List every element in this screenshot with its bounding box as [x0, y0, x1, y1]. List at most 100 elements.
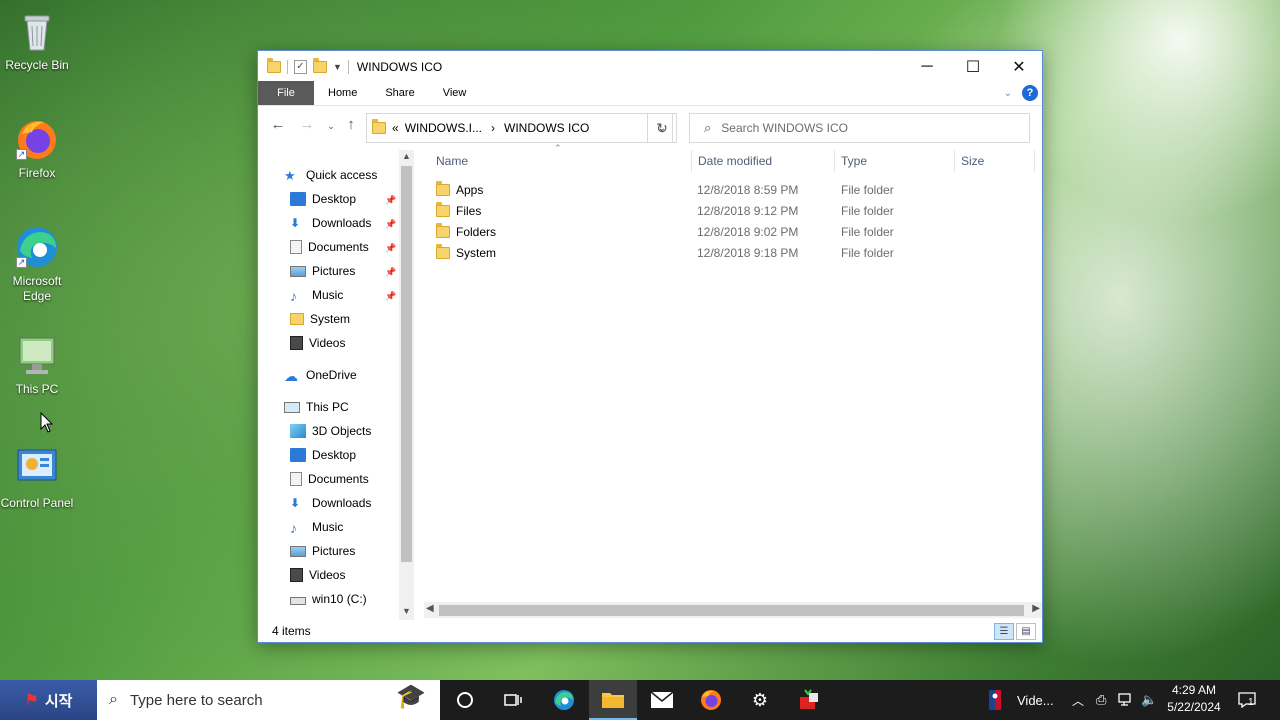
- nba-app-icon[interactable]: [988, 680, 1002, 720]
- nav-item-desktop-pc[interactable]: Desktop: [290, 443, 356, 467]
- nav-item-pictures[interactable]: Pictures: [290, 259, 355, 283]
- file-row[interactable]: Folders 12/8/2018 9:02 PM File folder: [436, 221, 1036, 242]
- desktop-icon: [290, 192, 306, 206]
- nav-item-drive-c[interactable]: win10 (C:): [290, 587, 367, 611]
- clock-date: 5/22/2024: [1167, 700, 1221, 714]
- properties-icon[interactable]: ✓: [294, 59, 307, 74]
- nav-pane-scrollbar[interactable]: ▲ ▼: [399, 150, 414, 620]
- large-icons-view-icon[interactable]: ▤: [1016, 623, 1036, 640]
- customize-toolbar-chevron-icon[interactable]: ▼: [333, 62, 342, 72]
- notification-center-icon[interactable]: 1: [1238, 680, 1256, 720]
- minimize-button[interactable]: ─: [904, 51, 950, 82]
- title-bar[interactable]: ✓ ▼ WINDOWS ICO ─ ☐ ✕: [258, 51, 1042, 82]
- volume-muted-icon[interactable]: 🔈: [1141, 680, 1157, 720]
- cortana-circle-icon[interactable]: [441, 680, 489, 720]
- nav-item-onedrive[interactable]: ☁ OneDrive: [284, 363, 357, 387]
- forward-arrow-icon[interactable]: →: [296, 116, 318, 133]
- breadcrumb-separator-icon[interactable]: ›: [491, 121, 495, 135]
- nav-item-this-pc[interactable]: This PC: [284, 395, 349, 419]
- pin-icon[interactable]: 📌: [385, 267, 396, 278]
- desktop-icon-control-panel[interactable]: Control Panel: [0, 446, 74, 511]
- nav-item-system[interactable]: System: [290, 307, 350, 331]
- recent-locations-chevron-icon[interactable]: ⌄: [320, 121, 342, 132]
- details-view-icon[interactable]: ☰: [994, 623, 1014, 640]
- nav-item-documents[interactable]: Documents: [290, 235, 369, 259]
- column-header-type[interactable]: Type: [835, 150, 955, 172]
- start-button[interactable]: ⚑ 시작: [0, 680, 97, 720]
- firefox-taskbar-icon[interactable]: [687, 680, 735, 720]
- nav-item-downloads[interactable]: ⬇ Downloads: [290, 211, 371, 235]
- media-app-icon[interactable]: [785, 680, 833, 720]
- nav-item-quick-access[interactable]: ★ Quick access: [284, 163, 377, 187]
- close-button[interactable]: ✕: [996, 51, 1042, 82]
- desktop-icon-edge[interactable]: ↗ Microsoft Edge: [0, 224, 74, 304]
- back-arrow-icon[interactable]: ←: [267, 116, 289, 133]
- breadcrumb-parent[interactable]: WINDOWS.I...: [405, 121, 482, 135]
- nav-item-music[interactable]: ♪ Music: [290, 283, 343, 307]
- pin-icon[interactable]: 📌: [385, 291, 396, 302]
- scroll-down-icon[interactable]: ▼: [399, 606, 414, 616]
- taskbar-video-app[interactable]: Vide...: [1017, 680, 1054, 720]
- nav-item-videos[interactable]: Videos: [290, 331, 345, 355]
- desktop-icon-firefox[interactable]: ↗ Firefox: [0, 116, 74, 181]
- file-row[interactable]: Files 12/8/2018 9:12 PM File folder: [436, 200, 1036, 221]
- tab-home[interactable]: Home: [314, 81, 371, 105]
- column-header-name[interactable]: Name: [430, 150, 691, 172]
- desktop-icon-this-pc[interactable]: This PC: [0, 332, 74, 397]
- usb-device-icon[interactable]: ⎙: [1096, 680, 1106, 720]
- desktop-icon-recycle-bin[interactable]: Recycle Bin: [0, 8, 74, 73]
- maximize-button[interactable]: ☐: [950, 51, 996, 82]
- nav-item-pictures-pc[interactable]: Pictures: [290, 539, 355, 563]
- search-icon: ⌕: [704, 120, 712, 135]
- mail-icon[interactable]: [638, 680, 686, 720]
- scrollbar-thumb[interactable]: [401, 166, 412, 562]
- nav-item-desktop[interactable]: Desktop: [290, 187, 356, 211]
- nav-item-documents-pc[interactable]: Documents: [290, 467, 369, 491]
- column-header-date-modified[interactable]: Date modified: [691, 150, 835, 172]
- nav-item-downloads-pc[interactable]: ⬇ Downloads: [290, 491, 371, 515]
- new-folder-icon[interactable]: [313, 57, 327, 73]
- nav-item-label: Pictures: [312, 544, 356, 558]
- breadcrumb-current[interactable]: WINDOWS ICO: [504, 121, 589, 135]
- scroll-up-icon[interactable]: ▲: [399, 151, 414, 161]
- file-row[interactable]: Apps 12/8/2018 8:59 PM File folder: [436, 179, 1036, 200]
- tab-file[interactable]: File: [258, 81, 314, 105]
- tab-view[interactable]: View: [429, 81, 481, 105]
- edge-taskbar-icon[interactable]: [540, 680, 588, 720]
- cloud-icon: ☁: [284, 368, 298, 384]
- nav-item-3d-objects[interactable]: 3D Objects: [290, 419, 371, 443]
- search-icon: ⌕: [109, 691, 118, 708]
- address-bar[interactable]: « WINDOWS.I... › WINDOWS ICO ⌄: [366, 113, 673, 143]
- settings-gear-icon[interactable]: ⚙: [736, 680, 784, 720]
- file-row[interactable]: System 12/8/2018 9:18 PM File folder: [436, 242, 1036, 263]
- expand-ribbon-chevron-icon[interactable]: ⌄: [1004, 88, 1012, 99]
- pin-icon[interactable]: 📌: [385, 219, 396, 230]
- file-date: 12/8/2018 9:12 PM: [697, 203, 799, 218]
- up-arrow-icon[interactable]: ↑: [340, 116, 362, 133]
- scroll-left-icon[interactable]: ◀: [426, 603, 434, 614]
- search-box[interactable]: ⌕ Search WINDOWS ICO: [689, 113, 1030, 143]
- file-explorer-taskbar-icon[interactable]: [589, 680, 637, 720]
- scrollbar-thumb[interactable]: [439, 605, 1024, 616]
- pin-icon[interactable]: 📌: [385, 195, 396, 206]
- refresh-button[interactable]: ↻: [647, 113, 677, 143]
- windows-logo-icon: ⚑: [24, 692, 39, 709]
- help-icon[interactable]: ?: [1022, 85, 1038, 101]
- file-type: File folder: [841, 245, 894, 260]
- pin-icon[interactable]: 📌: [385, 243, 396, 254]
- nav-item-videos-pc[interactable]: Videos: [290, 563, 345, 587]
- file-list-horizontal-scrollbar[interactable]: ◀ ▶: [424, 602, 1042, 618]
- column-header-size[interactable]: Size: [955, 150, 1035, 172]
- task-view-icon[interactable]: [489, 680, 537, 720]
- network-icon[interactable]: [1118, 680, 1134, 720]
- breadcrumb-overflow[interactable]: «: [392, 121, 399, 135]
- firefox-icon: ↗: [14, 116, 60, 162]
- system-clock[interactable]: 4:29 AM 5/22/2024: [1160, 682, 1228, 716]
- nav-item-music-pc[interactable]: ♪ Music: [290, 515, 343, 539]
- show-hidden-icons-chevron-icon[interactable]: ︿: [1072, 680, 1084, 720]
- scroll-right-icon[interactable]: ▶: [1032, 603, 1040, 614]
- tab-share[interactable]: Share: [371, 81, 428, 105]
- taskbar-search-box[interactable]: ⌕ Type here to search 🎓: [97, 680, 440, 720]
- video-icon: [290, 568, 303, 582]
- video-icon: [290, 336, 303, 350]
